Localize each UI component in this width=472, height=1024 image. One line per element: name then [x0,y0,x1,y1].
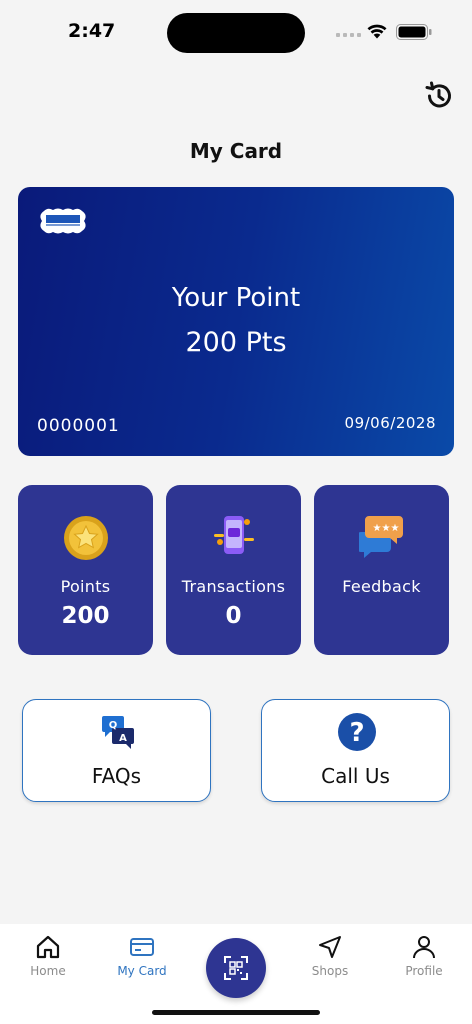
question-icon: ? [338,713,376,751]
tile-feedback[interactable]: ★★★ Feedback [314,485,449,655]
nav-profile-label: Profile [405,964,443,978]
tile-points-value: 200 [61,603,110,629]
faq-icon: Q A [102,716,134,749]
svg-text:★★★: ★★★ [373,523,400,534]
tile-feedback-label: Feedback [342,577,421,596]
svg-text:?: ? [349,718,364,748]
faqs-button[interactable]: Q A FAQs [22,699,211,802]
signal-icon [336,33,361,37]
nav-home[interactable]: Home [8,934,88,978]
tile-points[interactable]: Points 200 [18,485,153,655]
history-button[interactable] [423,80,455,112]
nav-shops[interactable]: Shops [290,934,370,978]
svg-text:A: A [119,733,127,744]
tile-points-label: Points [60,577,111,596]
nav-my-card-label: My Card [117,964,167,978]
qr-scan-icon [224,956,248,980]
history-icon [425,81,451,108]
card-expiry: 09/06/2028 [344,414,436,432]
transactions-icon [214,516,254,554]
faqs-label: FAQs [91,764,142,788]
tile-transactions[interactable]: Transactions 0 [166,485,301,655]
battery-icon [396,24,432,40]
dynamic-island [167,13,305,53]
nav-profile[interactable]: Profile [384,934,464,978]
call-us-button[interactable]: ? Call Us [261,699,450,802]
card-points-label: Your Point [171,283,301,313]
home-icon [36,935,60,959]
bakery-logo [38,207,88,235]
navigation-icon [319,936,341,958]
status-bar: 2:47 [0,0,472,62]
nav-home-label: Home [30,964,66,978]
card-points-value: 200 Pts [185,327,287,358]
card-icon [130,938,154,956]
home-indicator [152,1010,320,1015]
tile-transactions-value: 0 [225,603,242,629]
tile-transactions-label: Transactions [181,577,286,596]
nav-shops-label: Shops [311,964,349,978]
feedback-icon: ★★★ [359,516,403,558]
coin-icon [64,516,108,560]
scan-button[interactable] [206,938,266,998]
profile-icon [413,936,435,959]
svg-text:Q: Q [109,720,118,731]
call-us-label: Call Us [321,764,390,788]
card-number: 0000001 [37,416,120,436]
status-time: 2:47 [68,20,116,42]
wifi-icon [367,24,387,39]
nav-my-card[interactable]: My Card [102,934,182,978]
bottom-navigation: Home My Card Shops Profile [0,924,472,1024]
membership-card[interactable]: Your Point 200 Pts 0000001 09/06/2028 [18,187,454,456]
page-title: My Card [189,139,283,163]
